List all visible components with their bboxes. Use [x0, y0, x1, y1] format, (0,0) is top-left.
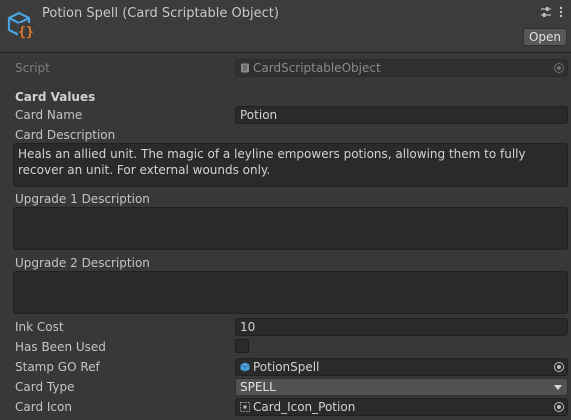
has-been-used-label: Has Been Used [15, 340, 106, 354]
ink-cost-label: Ink Cost [15, 320, 64, 334]
svg-text:{}: {} [18, 25, 34, 40]
object-picker-icon[interactable] [554, 402, 564, 412]
card-name-input[interactable]: Potion [235, 106, 568, 124]
has-been-used-checkbox[interactable] [235, 339, 249, 353]
script-value: CardScriptableObject [253, 61, 381, 75]
stamp-go-ref-value: PotionSpell [253, 360, 320, 374]
card-description-label: Card Description [15, 128, 116, 142]
open-button[interactable]: Open [523, 28, 567, 46]
card-icon-value: Card_Icon_Potion [253, 400, 356, 414]
upgrade1-label: Upgrade 1 Description [15, 192, 150, 206]
stamp-go-ref-label: Stamp GO Ref [15, 360, 100, 374]
more-options-icon[interactable] [554, 5, 568, 19]
card-icon-field[interactable]: Card_Icon_Potion [235, 398, 568, 416]
scriptable-object-icon: {} [4, 9, 36, 41]
upgrade2-textarea[interactable] [13, 271, 568, 314]
card-type-value: SPELL [240, 380, 276, 394]
presets-icon[interactable] [539, 5, 553, 19]
card-icon-label: Card Icon [15, 400, 72, 414]
script-label: Script [15, 61, 50, 75]
chevron-down-icon [554, 385, 562, 390]
card-name-label: Card Name [15, 108, 83, 122]
card-description-textarea[interactable]: Heals an allied unit. The magic of a ley… [13, 143, 568, 187]
sprite-icon [240, 400, 250, 412]
upgrade1-textarea[interactable] [13, 207, 568, 250]
section-title: Card Values [15, 90, 96, 104]
object-picker-icon[interactable] [554, 362, 564, 372]
component-title: Potion Spell (Card Scriptable Object) [42, 6, 279, 21]
inspector-header: {} Potion Spell (Card Scriptable Object)… [0, 0, 571, 53]
script-field: CardScriptableObject [235, 59, 568, 77]
upgrade2-label: Upgrade 2 Description [15, 256, 150, 270]
cs-script-icon [240, 61, 250, 73]
ink-cost-input[interactable]: 10 [235, 318, 568, 336]
prefab-cube-icon [240, 360, 250, 372]
stamp-go-ref-field[interactable]: PotionSpell [235, 358, 568, 376]
card-type-label: Card Type [15, 380, 75, 394]
card-type-dropdown[interactable]: SPELL [235, 378, 568, 396]
object-picker-icon [554, 63, 564, 73]
